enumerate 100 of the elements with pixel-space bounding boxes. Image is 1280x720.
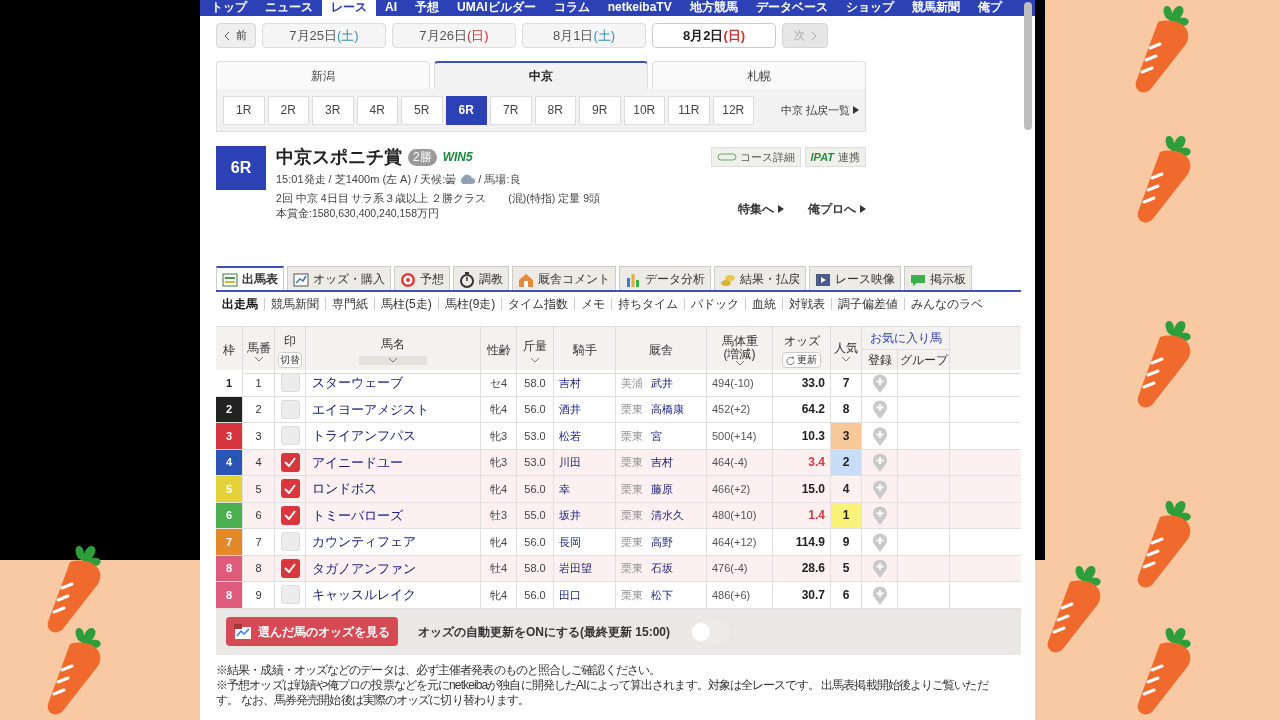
race-number-button[interactable]: 12R [712,95,754,125]
scrollbar-thumb[interactable] [1024,2,1032,130]
trainer-name[interactable]: 石坂 [651,560,673,577]
nav-item[interactable]: UMAIビルダー [448,0,545,16]
previous-button[interactable]: 前 [216,23,256,48]
page-link[interactable]: 特集へ [738,200,774,219]
sub-tab[interactable]: みんなのラベ [905,295,990,313]
sub-tab[interactable]: 専門紙 [326,295,374,313]
mark-checkbox[interactable] [280,452,300,472]
horse-name[interactable]: トライアンフパス [312,426,416,446]
ipat-link-button[interactable]: IPAT 連携 [804,147,866,167]
horse-name[interactable]: キャッスルレイク [312,585,416,605]
nav-item[interactable]: データベース [746,0,837,16]
horse-name[interactable]: アイニードユー [312,452,403,472]
trainer-name[interactable]: 藤原 [651,480,673,497]
trainer-name[interactable]: 宮 [651,427,662,444]
jockey-name[interactable]: 田口 [559,586,581,603]
trainer-name[interactable]: 清水久 [651,507,684,524]
sub-tab[interactable]: 血統 [746,295,783,313]
trainer-name[interactable]: 高橋康 [651,401,684,418]
nav-item[interactable]: レース [322,0,376,16]
horse-name[interactable]: エイヨーアメジスト [312,399,429,419]
race-number-button[interactable]: 3R [312,95,354,125]
mark-checkbox[interactable] [280,558,300,578]
jockey-name[interactable]: 松若 [559,427,581,444]
add-favorite-icon[interactable] [871,372,888,393]
nav-item[interactable]: 地方競馬 [680,0,747,16]
nav-item[interactable]: 予想 [406,0,448,16]
nav-item[interactable]: 俺プ [968,0,1011,16]
race-number-button[interactable]: 8R [534,95,576,125]
venue-tab[interactable]: 中京 [434,61,648,89]
mark-checkbox[interactable] [280,399,300,419]
date-button[interactable]: 7月25日(土) [262,23,386,48]
race-number-button[interactable]: 4R [356,95,398,125]
refresh-button[interactable]: 更新 [782,352,821,368]
sub-tab[interactable]: 出走馬 [216,295,264,313]
nav-item[interactable]: トップ [202,0,256,16]
mark-checkbox[interactable] [280,532,300,552]
jockey-name[interactable]: 長岡 [559,533,581,550]
sub-tab[interactable]: メモ [575,295,612,313]
mark-checkbox[interactable] [280,373,300,393]
race-number-button[interactable]: 5R [401,95,443,125]
trainer-name[interactable]: 武井 [651,374,673,391]
nav-item[interactable]: ニュース [256,0,322,16]
add-favorite-icon[interactable] [871,531,888,552]
add-favorite-icon[interactable] [871,425,888,446]
content-tab[interactable]: 調教 [453,266,509,290]
trainer-name[interactable]: 松下 [651,586,673,603]
race-number-button[interactable]: 1R [223,95,265,125]
content-tab[interactable]: レース映像 [809,266,901,290]
trainer-name[interactable]: 高野 [651,533,673,550]
horse-name[interactable]: タガノアンファン [312,558,416,578]
sub-tab[interactable]: 持ちタイム [612,295,685,313]
jockey-name[interactable]: 岩田望 [559,560,592,577]
sub-tab[interactable]: パドック [685,295,746,313]
content-tab[interactable]: 出馬表 [216,266,284,290]
nav-item[interactable]: 競馬新聞 [902,0,969,16]
content-tab[interactable]: 結果・払戻 [714,266,806,290]
race-number-button[interactable]: 10R [623,95,665,125]
mark-checkbox[interactable] [280,479,300,499]
jockey-name[interactable]: 幸 [559,480,570,497]
add-favorite-icon[interactable] [871,478,888,499]
content-tab[interactable]: 予想 [394,266,450,290]
content-tab[interactable]: データ分析 [619,266,711,290]
mark-checkbox[interactable] [280,505,300,525]
race-number-button[interactable]: 6R [445,95,487,125]
venue-tab[interactable]: 新潟 [216,61,430,89]
date-button[interactable]: 7月26日(日) [392,23,516,48]
sub-tab[interactable]: 調子偏差値 [832,295,905,313]
horse-name[interactable]: スターウェーブ [312,373,403,393]
content-tab[interactable]: 掲示板 [904,266,972,290]
nav-item[interactable]: コラム [544,0,599,16]
horse-name[interactable]: カウンティフェア [312,532,416,552]
trainer-name[interactable]: 吉村 [651,454,673,471]
add-favorite-icon[interactable] [871,584,888,605]
view-selected-odds-button[interactable]: 選んだ馬のオッズを見る [226,617,398,646]
race-number-button[interactable]: 7R [490,95,532,125]
nav-item[interactable]: AI [376,0,406,16]
content-tab[interactable]: 厩舎コメント [512,266,616,290]
race-number-button[interactable]: 9R [579,95,621,125]
course-detail-button[interactable]: コース詳細 [710,147,801,167]
horse-name[interactable]: トミーバローズ [312,505,403,525]
race-number-button[interactable]: 11R [668,95,710,125]
mark-checkbox[interactable] [280,426,300,446]
add-favorite-icon[interactable] [871,505,888,526]
sort-icon[interactable] [254,356,263,362]
jockey-name[interactable]: 川田 [559,454,581,471]
jockey-name[interactable]: 坂井 [559,507,581,524]
date-button[interactable]: 8月1日(土) [522,23,646,48]
date-button[interactable]: 8月2日(日) [652,23,776,48]
sub-tab[interactable]: 馬柱(9走) [438,295,502,313]
jockey-name[interactable]: 酒井 [559,401,581,418]
horse-name[interactable]: ロンドボス [312,479,377,499]
sort-icon[interactable] [531,358,539,363]
payout-list-link[interactable]: 中京 払戻一覧 [780,101,850,119]
toggle-button[interactable]: 切替 [278,352,302,368]
page-link[interactable]: 俺プロへ [808,200,856,219]
nav-item[interactable]: ショップ [836,0,903,16]
add-favorite-icon[interactable] [871,558,888,579]
sort-icon[interactable] [735,360,744,366]
